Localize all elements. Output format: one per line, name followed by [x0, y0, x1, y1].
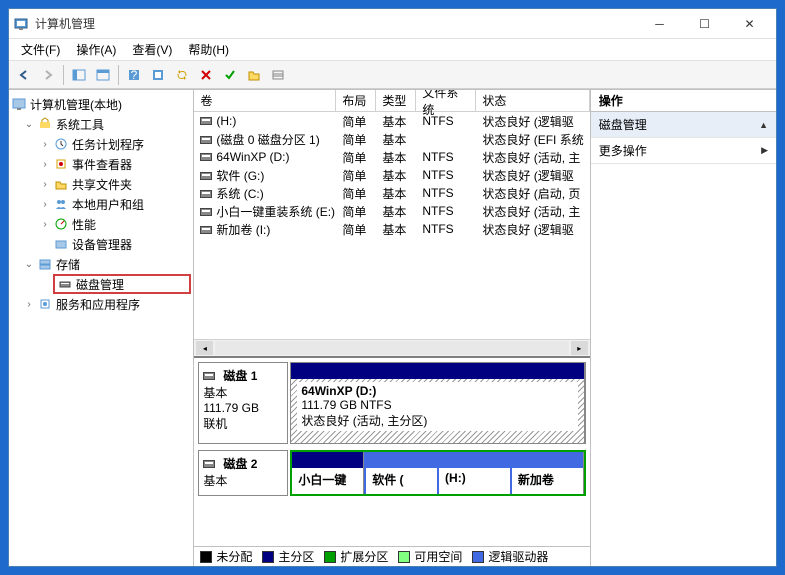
window-title: 计算机管理: [35, 15, 637, 32]
volume-icon: [200, 208, 212, 216]
forward-button[interactable]: [37, 64, 59, 86]
check-icon[interactable]: [219, 64, 241, 86]
legend: 未分配 主分区 扩展分区 可用空间 逻辑驱动器: [194, 546, 589, 566]
disk-row-1: 磁盘 1 基本 111.79 GB 联机 64WinXP (D:) 111.79…: [198, 362, 585, 444]
tree-system-tools[interactable]: ⌄ 系统工具: [11, 114, 191, 134]
partition-item[interactable]: (H:): [439, 452, 512, 494]
horizontal-scrollbar[interactable]: ◂ ▸: [194, 339, 589, 356]
volume-row[interactable]: 系统 (C:)简单基本NTFS状态良好 (启动, 页: [194, 184, 589, 202]
partition-64winxp[interactable]: 64WinXP (D:) 111.79 GB NTFS 状态良好 (活动, 主分…: [291, 363, 584, 443]
partition-item[interactable]: 软件 (: [364, 452, 439, 494]
volume-row[interactable]: (H:)简单基本NTFS状态良好 (逻辑驱: [194, 112, 589, 130]
volume-icon: [200, 190, 212, 198]
svg-text:?: ?: [131, 68, 138, 82]
tree-shared-folders[interactable]: ›共享文件夹: [11, 174, 191, 194]
scroll-right-button[interactable]: ▸: [571, 341, 588, 355]
list-icon[interactable]: [267, 64, 289, 86]
tree-event-viewer[interactable]: ›事件查看器: [11, 154, 191, 174]
tree-disk-management[interactable]: 磁盘管理: [53, 274, 191, 294]
maximize-button[interactable]: ☐: [682, 10, 727, 38]
tree-services-apps[interactable]: ›服务和应用程序: [11, 294, 191, 314]
disk1-info[interactable]: 磁盘 1 基本 111.79 GB 联机: [198, 362, 288, 444]
content-area: 计算机管理(本地) ⌄ 系统工具 ›任务计划程序 ›事件查看器 ›共享文件夹 ›…: [9, 89, 776, 566]
collapse-icon[interactable]: ⌄: [21, 119, 37, 130]
minimize-button[interactable]: ─: [637, 10, 682, 38]
expand-icon[interactable]: ›: [37, 139, 53, 150]
toolbar: ?: [9, 61, 776, 89]
tree-performance[interactable]: ›性能: [11, 214, 191, 234]
tree-device-manager[interactable]: 设备管理器: [11, 234, 191, 254]
menu-help[interactable]: 帮助(H): [180, 39, 237, 60]
partition-item[interactable]: 小白一键: [292, 452, 364, 494]
tree-root[interactable]: 计算机管理(本地): [11, 94, 191, 114]
volume-icon: [200, 226, 212, 234]
submenu-arrow-icon: ▶: [761, 145, 768, 156]
properties-button[interactable]: [92, 64, 114, 86]
volume-row[interactable]: (磁盘 0 磁盘分区 1)简单基本状态良好 (EFI 系统: [194, 130, 589, 148]
volume-row[interactable]: 软件 (G:)简单基本NTFS状态良好 (逻辑驱: [194, 166, 589, 184]
expand-icon[interactable]: ›: [37, 199, 53, 210]
menu-action[interactable]: 操作(A): [68, 39, 124, 60]
help-button[interactable]: ?: [123, 64, 145, 86]
menu-bar: 文件(F) 操作(A) 查看(V) 帮助(H): [9, 39, 776, 61]
col-type[interactable]: 类型: [376, 90, 416, 111]
volume-list-header: 卷 布局 类型 文件系统 状态: [194, 90, 589, 112]
disk-icon: [203, 372, 215, 380]
expand-icon[interactable]: ›: [37, 159, 53, 170]
actions-more[interactable]: 更多操作 ▶: [591, 138, 776, 164]
volume-icon: [200, 172, 212, 180]
delete-icon[interactable]: [195, 64, 217, 86]
expand-icon[interactable]: ›: [37, 179, 53, 190]
refresh-icon[interactable]: [171, 64, 193, 86]
tree-task-scheduler[interactable]: ›任务计划程序: [11, 134, 191, 154]
app-icon: [13, 16, 29, 32]
volume-icon: [200, 136, 212, 144]
legend-primary-icon: [262, 551, 274, 563]
disk2-info[interactable]: 磁盘 2 基本: [198, 450, 288, 496]
volume-row[interactable]: 新加卷 (I:)简单基本NTFS状态良好 (逻辑驱: [194, 220, 589, 238]
col-layout[interactable]: 布局: [336, 90, 376, 111]
back-button[interactable]: [13, 64, 35, 86]
expand-icon[interactable]: ›: [21, 299, 37, 310]
show-hide-tree-button[interactable]: [68, 64, 90, 86]
titlebar: 计算机管理 ─ ☐ ✕: [9, 9, 776, 39]
disk-graphical-view[interactable]: 磁盘 1 基本 111.79 GB 联机 64WinXP (D:) 111.79…: [194, 356, 589, 546]
disk-icon: [203, 460, 215, 468]
computer-management-window: 计算机管理 ─ ☐ ✕ 文件(F) 操作(A) 查看(V) 帮助(H) ? 计算…: [8, 8, 777, 567]
col-fs[interactable]: 文件系统: [416, 90, 476, 111]
scroll-left-button[interactable]: ◂: [196, 341, 213, 355]
collapse-icon[interactable]: ⌄: [21, 259, 37, 270]
disk-row-2: 磁盘 2 基本 小白一键 软件 ( (H:) 新加卷: [198, 450, 585, 496]
legend-unallocated-icon: [200, 551, 212, 563]
volume-row[interactable]: 64WinXP (D:)简单基本NTFS状态良好 (活动, 主: [194, 148, 589, 166]
legend-extended-icon: [324, 551, 336, 563]
tree-local-users[interactable]: ›本地用户和组: [11, 194, 191, 214]
tree-storage[interactable]: ⌄存储: [11, 254, 191, 274]
expand-icon[interactable]: ›: [37, 219, 53, 230]
actions-panel: 操作 磁盘管理 ▲ 更多操作 ▶: [591, 90, 776, 566]
actions-header: 操作: [591, 90, 776, 112]
folder-icon[interactable]: [243, 64, 265, 86]
legend-free-icon: [398, 551, 410, 563]
close-button[interactable]: ✕: [727, 10, 772, 38]
col-volume[interactable]: 卷: [194, 90, 336, 111]
volume-list[interactable]: 卷 布局 类型 文件系统 状态 (H:)简单基本NTFS状态良好 (逻辑驱(磁盘…: [194, 90, 589, 339]
main-panel: 卷 布局 类型 文件系统 状态 (H:)简单基本NTFS状态良好 (逻辑驱(磁盘…: [194, 90, 590, 566]
navigation-tree[interactable]: 计算机管理(本地) ⌄ 系统工具 ›任务计划程序 ›事件查看器 ›共享文件夹 ›…: [9, 90, 194, 566]
volume-row[interactable]: 小白一键重装系统 (E:)简单基本NTFS状态良好 (活动, 主: [194, 202, 589, 220]
menu-view[interactable]: 查看(V): [124, 39, 180, 60]
volume-icon: [200, 153, 212, 161]
volume-icon: [200, 117, 212, 125]
view-button[interactable]: [147, 64, 169, 86]
legend-logical-icon: [472, 551, 484, 563]
partition-item[interactable]: 新加卷: [512, 452, 584, 494]
menu-file[interactable]: 文件(F): [13, 39, 68, 60]
actions-section-diskmgmt[interactable]: 磁盘管理 ▲: [591, 112, 776, 138]
collapse-arrow-icon: ▲: [759, 120, 768, 130]
col-status[interactable]: 状态: [476, 90, 589, 111]
